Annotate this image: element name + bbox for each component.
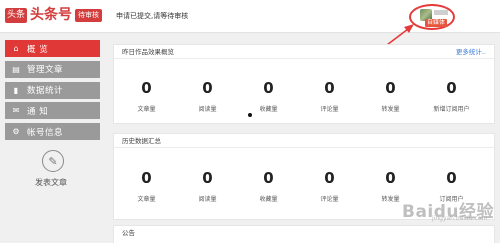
panel-title: 公告	[122, 229, 135, 237]
stat-shares: 0 转发量	[360, 79, 421, 114]
more-stats-link[interactable]: 更多统计..	[456, 45, 486, 59]
watermark-url: jingyan.baidu.com	[432, 215, 488, 222]
stats-row: 0 文章量 0 阅读量 0 收藏量 0 评论量 0 转发量 0 新增订阅用户	[114, 59, 494, 114]
logo[interactable]: 头条 头条号 待审核	[5, 7, 103, 24]
sidebar-item-overview[interactable]: ⌂ 概 览	[5, 40, 100, 57]
stat-value: 0	[263, 79, 274, 97]
stat-label: 阅读量	[198, 196, 217, 203]
sidebar-item-statistics[interactable]: ▮ 数据统计	[5, 81, 100, 99]
stat-value: 0	[385, 79, 396, 97]
stats-row: 0 文章量 0 阅读量 0 收藏量 0 评论量 0 转发量 0 订阅用户	[114, 148, 494, 204]
stat-value: 0	[263, 169, 274, 187]
panel-title: 历史数据汇总	[122, 137, 161, 145]
sidebar-item-label: 帐号信息	[27, 127, 64, 138]
stat-new-subscribers: 0 新增订阅用户	[421, 79, 482, 114]
stat-value: 0	[446, 79, 457, 97]
sidebar-item-label: 概 览	[27, 44, 49, 55]
chat-icon: ✉	[12, 106, 20, 116]
stat-reads: 0 阅读量	[177, 79, 238, 114]
stat-label: 阅读量	[198, 106, 217, 113]
stat-reads: 0 阅读量	[177, 169, 238, 204]
stat-value: 0	[385, 169, 396, 187]
stat-label: 收藏量	[259, 106, 278, 113]
logo-text: 头条号	[30, 7, 73, 23]
status-badge: 待审核	[75, 9, 103, 22]
stat-value: 0	[324, 169, 335, 187]
sidebar-item-label: 管理文章	[27, 65, 64, 76]
stat-label: 评论量	[320, 106, 339, 113]
publish-label: 发表文章	[35, 178, 67, 187]
publish-article-button[interactable]: ✎ 发表文章	[34, 150, 72, 188]
sidebar-item-label: 通 知	[27, 106, 49, 117]
edit-icon: ✎	[42, 150, 64, 172]
cursor-dot	[248, 113, 252, 117]
sidebar-item-label: 数据统计	[27, 86, 64, 97]
stat-value: 0	[202, 169, 213, 187]
panel-header: 公告	[114, 226, 494, 240]
account-type-badge: 自媒体	[425, 19, 448, 27]
logo-badge: 头条	[5, 8, 28, 23]
status-message: 申请已提交,请等待审核	[116, 12, 189, 20]
stat-label: 转发量	[381, 106, 400, 113]
sidebar: ⌂ 概 览 ▤ 管理文章 ▮ 数据统计 ✉ 通 知 ⚙ 帐号信息	[5, 40, 100, 144]
stat-value: 0	[141, 79, 152, 97]
stat-label: 文章量	[137, 106, 156, 113]
sidebar-item-account[interactable]: ⚙ 帐号信息	[5, 123, 100, 141]
announcement-panel: 公告	[113, 225, 495, 243]
stat-value: 0	[202, 79, 213, 97]
bar-chart-icon: ▮	[13, 85, 19, 95]
stat-articles: 0 文章量	[116, 169, 177, 204]
stat-articles: 0 文章量	[116, 79, 177, 114]
blurred-username	[434, 10, 448, 15]
panel-header: 昨日作品效果概览 更多统计..	[114, 45, 494, 59]
stat-value: 0	[141, 169, 152, 187]
user-menu[interactable]: 自媒体	[409, 4, 455, 30]
yesterday-overview-panel: 昨日作品效果概览 更多统计.. 0 文章量 0 阅读量 0 收藏量 0 评论量 0 转发量…	[113, 44, 495, 124]
stat-comments: 0 评论量	[299, 169, 360, 204]
top-header: 头条 头条号 待审核 申请已提交,请等待审核 自媒体	[0, 0, 500, 33]
stat-favorites: 0 收藏量	[238, 169, 299, 204]
stat-label: 文章量	[137, 196, 156, 203]
stat-favorites: 0 收藏量	[238, 79, 299, 114]
stat-value: 0	[324, 79, 335, 97]
sidebar-item-manage-articles[interactable]: ▤ 管理文章	[5, 60, 100, 78]
stat-label: 评论量	[320, 196, 339, 203]
home-icon: ⌂	[13, 44, 19, 53]
stat-comments: 0 评论量	[299, 79, 360, 114]
panel-header: 历史数据汇总	[114, 134, 494, 148]
gear-icon: ⚙	[12, 127, 20, 137]
panel-title: 昨日作品效果概览	[122, 48, 174, 56]
stat-label: 新增订阅用户	[433, 106, 470, 113]
document-icon: ▤	[12, 64, 20, 74]
sidebar-item-notifications[interactable]: ✉ 通 知	[5, 102, 100, 120]
stat-value: 0	[446, 169, 457, 187]
stat-label: 收藏量	[259, 196, 278, 203]
